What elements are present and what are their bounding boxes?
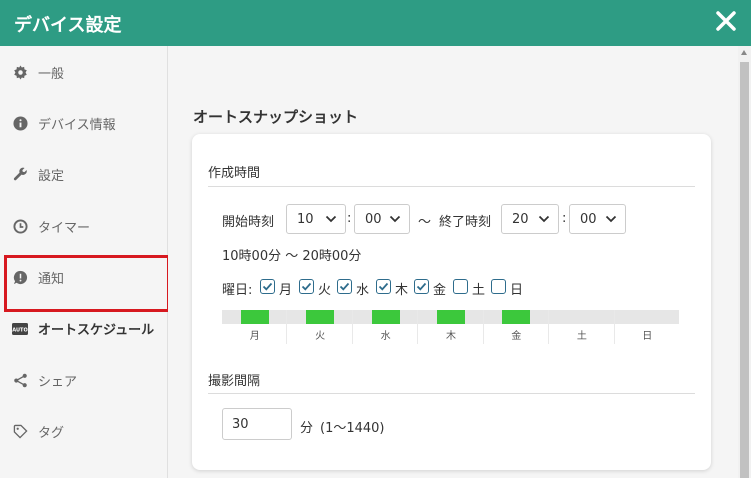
timeline-day-label: 金 [511, 331, 522, 342]
chevron-down-icon [325, 213, 337, 225]
active-item-highlight [4, 255, 170, 312]
sidebar-item-general[interactable]: 一般 [0, 47, 168, 98]
start-minute-select[interactable]: 00 [354, 204, 410, 234]
start-hour-value: 10 [297, 212, 314, 227]
snapshot-card: 作成時間 開始時刻 10 : 00 〜 終了時刻 20 : 00 10時00分 … [192, 134, 711, 470]
timeline-active-block [437, 310, 465, 324]
day-label-thursday: 木 [395, 283, 409, 298]
timeline-day-label: 月 [249, 331, 260, 342]
day-label-saturday: 土 [472, 283, 486, 298]
day-label-tuesday: 火 [318, 283, 332, 298]
timeline-day-label: 日 [642, 331, 653, 342]
sidebar-item-share[interactable]: シェア [0, 355, 168, 406]
gear-icon [12, 65, 28, 81]
start-minute-value: 00 [365, 212, 382, 227]
timeline-divider [351, 310, 353, 344]
chevron-down-icon [538, 213, 550, 225]
time-colon: : [347, 211, 352, 226]
scrollbar[interactable] [738, 46, 751, 478]
wrench-icon [12, 167, 28, 183]
dialog-title: デバイス設定 [14, 15, 122, 36]
checkbox-saturday[interactable] [453, 279, 468, 294]
tag-icon [12, 424, 28, 440]
sidebar-item-label: オートスケジュール [38, 323, 155, 338]
divider [208, 393, 695, 394]
timeline-active-block [240, 310, 269, 324]
time-summary: 10時00分 〜 20時00分 [222, 249, 362, 264]
timeline-day-track [614, 310, 679, 324]
interval-heading: 撮影間隔 [208, 374, 261, 389]
creation-time-heading: 作成時間 [208, 166, 261, 181]
sidebar-item-label: 一般 [38, 67, 65, 82]
main-content: オートスナップショット 作成時間 開始時刻 10 : 00 〜 終了時刻 20 … [168, 46, 738, 478]
timeline-divider [482, 310, 484, 344]
timeline-day-track [549, 310, 614, 324]
timeline-active-block [502, 310, 531, 324]
chevron-down-icon [389, 213, 401, 225]
timeline-divider [286, 310, 288, 344]
start-hour-select[interactable]: 10 [286, 204, 346, 234]
sidebar-item-label: タグ [38, 426, 65, 441]
svg-text:AUTO: AUTO [12, 327, 27, 333]
timeline-day-label: 水 [380, 331, 391, 342]
interval-range: (1〜1440) [320, 421, 385, 436]
timeline-day-label: 火 [315, 331, 326, 342]
sidebar-item-label: シェア [38, 375, 78, 390]
chevron-down-icon [605, 213, 617, 225]
day-label-wednesday: 水 [356, 283, 370, 298]
checkbox-sunday[interactable] [491, 279, 506, 294]
day-label-sunday: 日 [510, 283, 524, 298]
day-label-friday: 金 [433, 283, 447, 298]
timeline-active-block [306, 310, 335, 324]
sidebar-item-label: 設定 [38, 169, 65, 184]
sidebar-item-label: デバイス情報 [38, 118, 116, 133]
end-hour-value: 20 [512, 212, 529, 227]
sidebar-item-settings[interactable]: 設定 [0, 149, 168, 200]
interval-input[interactable]: 30 [222, 408, 292, 440]
sidebar-item-timer[interactable]: タイマー [0, 201, 168, 252]
days-label: 曜日: [222, 283, 253, 298]
dialog-header: デバイス設定 [0, 0, 751, 46]
timeline-active-block [371, 310, 400, 324]
divider [208, 186, 695, 187]
sidebar-item-label: タイマー [38, 221, 91, 236]
clock-icon [12, 219, 28, 235]
timeline-day-label: 土 [576, 331, 587, 342]
interval-unit: 分 [300, 421, 314, 436]
sidebar-item-tag[interactable]: タグ [0, 406, 168, 457]
checkbox-wednesday[interactable] [337, 279, 352, 294]
checkbox-monday[interactable] [260, 279, 275, 294]
checkbox-friday[interactable] [414, 279, 429, 294]
end-minute-value: 00 [580, 212, 597, 227]
range-tilde: 〜 [418, 215, 432, 230]
checkbox-tuesday[interactable] [299, 279, 314, 294]
timeline-divider [417, 310, 419, 344]
start-time-label: 開始時刻 [222, 215, 275, 230]
day-label-monday: 月 [279, 283, 293, 298]
timeline-divider [613, 310, 615, 344]
section-title: オートスナップショット [193, 108, 359, 126]
checkbox-thursday[interactable] [376, 279, 391, 294]
time-colon: : [562, 211, 567, 226]
scrollbar-thumb[interactable] [740, 62, 749, 478]
timeline-divider [548, 310, 550, 344]
end-hour-select[interactable]: 20 [501, 204, 559, 234]
timeline-day-label: 木 [446, 331, 456, 342]
close-icon[interactable] [713, 8, 739, 34]
end-time-label: 終了時刻 [439, 215, 492, 230]
sidebar-item-device-info[interactable]: デバイス情報 [0, 98, 168, 149]
scroll-up-icon[interactable] [741, 50, 747, 55]
info-icon [12, 116, 28, 132]
share-icon [12, 373, 28, 389]
end-minute-select[interactable]: 00 [569, 204, 626, 234]
auto-icon: AUTO [12, 321, 28, 337]
